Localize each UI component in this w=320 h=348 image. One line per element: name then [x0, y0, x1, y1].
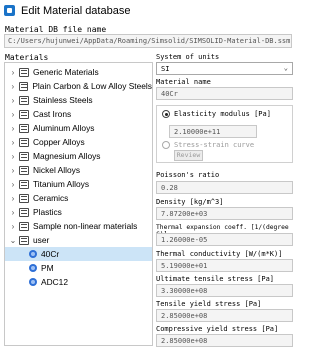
- units-label: System of units: [156, 53, 220, 61]
- tree-item-label: Ceramics: [33, 193, 69, 203]
- title-bar: Edit Material database: [0, 0, 296, 21]
- materials-label: Materials: [5, 53, 49, 62]
- folder-icon: [19, 179, 29, 189]
- tree-item-label: Titanium Alloys: [33, 179, 90, 189]
- folder-icon: [19, 123, 29, 133]
- folder-icon: [19, 109, 29, 119]
- conductivity-field[interactable]: 5.19000e+01: [156, 259, 293, 272]
- folder-icon: [19, 137, 29, 147]
- folder-icon: [19, 193, 29, 203]
- tree-item-label: Nickel Alloys: [33, 165, 81, 175]
- folder-icon: [19, 207, 29, 217]
- tree-item-user[interactable]: ⌄ user: [5, 233, 152, 247]
- folder-icon: [19, 67, 29, 77]
- units-value: SI: [161, 65, 170, 73]
- review-button[interactable]: Review: [174, 150, 203, 161]
- material-icon: [29, 278, 37, 286]
- tree-item-ceramics[interactable]: › Ceramics: [5, 191, 152, 205]
- tree-item-label: Copper Alloys: [33, 137, 85, 147]
- tree-item-material-adc12[interactable]: ADC12: [5, 275, 152, 289]
- tree-item-label: Generic Materials: [33, 67, 99, 77]
- chevron-right-icon[interactable]: ›: [9, 194, 17, 203]
- uts-field[interactable]: 3.30000e+08: [156, 284, 293, 297]
- db-file-path-field[interactable]: C:/Users/hujunwei/AppData/Roaming/Simsol…: [4, 34, 292, 48]
- elasticity-group: Elasticity modulus [Pa] 2.10000e+11 Stre…: [156, 105, 293, 163]
- material-icon: [29, 264, 37, 272]
- tys-field[interactable]: 2.85000e+08: [156, 309, 293, 322]
- material-name-field[interactable]: 40Cr: [156, 87, 293, 100]
- tree-item-label: Stainless Steels: [33, 95, 93, 105]
- material-name-label: Material name: [156, 78, 211, 86]
- chevron-right-icon[interactable]: ›: [9, 68, 17, 77]
- cys-label: Compressive yield stress [Pa]: [156, 325, 279, 333]
- tys-label: Tensile yield stress [Pa]: [156, 300, 262, 308]
- tree-item-material-40cr[interactable]: 40Cr: [5, 247, 152, 261]
- tree-item-label: Sample non-linear materials: [33, 221, 138, 231]
- tree-item-material-pm[interactable]: PM: [5, 261, 152, 275]
- chevron-right-icon[interactable]: ›: [9, 222, 17, 231]
- tree-item-plain-carbon-steels[interactable]: › Plain Carbon & Low Alloy Steels: [5, 79, 153, 93]
- radio-selected-icon[interactable]: [162, 110, 170, 118]
- chevron-right-icon[interactable]: ›: [9, 180, 17, 189]
- chevron-right-icon[interactable]: ›: [9, 82, 17, 91]
- folder-icon: [19, 151, 29, 161]
- tree-item-cast-irons[interactable]: › Cast Irons: [5, 107, 152, 121]
- stress-strain-radio-option[interactable]: Stress-strain curve: [162, 141, 254, 149]
- tree-item-label: PM: [41, 263, 54, 273]
- radio-unselected-icon[interactable]: [162, 141, 170, 149]
- expansion-field[interactable]: 1.26000e-05: [156, 233, 293, 246]
- uts-label: Ultimate tensile stress [Pa]: [156, 275, 275, 283]
- tree-item-label: ADC12: [41, 277, 68, 287]
- tree-item-copper-alloys[interactable]: › Copper Alloys: [5, 135, 152, 149]
- window-title: Edit Material database: [21, 4, 131, 17]
- tree-item-label: Aluminum Alloys: [33, 123, 95, 133]
- poisson-field[interactable]: 0.28: [156, 181, 293, 194]
- units-select[interactable]: SI ⌄: [156, 62, 293, 75]
- chevron-right-icon[interactable]: ›: [9, 166, 17, 175]
- tree-item-nickel-alloys[interactable]: › Nickel Alloys: [5, 163, 152, 177]
- tree-item-generic-materials[interactable]: › Generic Materials: [5, 65, 152, 79]
- materials-tree[interactable]: › Generic Materials › Plain Carbon & Low…: [4, 62, 153, 346]
- tree-item-label: user: [33, 235, 50, 245]
- elasticity-label: Elasticity modulus [Pa]: [174, 110, 271, 118]
- tree-item-magnesium-alloys[interactable]: › Magnesium Alloys: [5, 149, 152, 163]
- tree-item-plastics[interactable]: › Plastics: [5, 205, 152, 219]
- elasticity-field[interactable]: 2.10000e+11: [169, 125, 257, 138]
- chevron-right-icon[interactable]: ›: [9, 208, 17, 217]
- folder-icon: [19, 165, 29, 175]
- density-label: Density [kg/m^3]: [156, 198, 224, 206]
- tree-item-label: 40Cr: [41, 249, 60, 259]
- db-file-label: Material DB file name: [5, 25, 107, 34]
- cys-field[interactable]: 2.85000e+08: [156, 334, 293, 347]
- app-icon: [4, 5, 15, 16]
- conductivity-label: Thermal conductivity [W/(m*K)]: [156, 250, 283, 258]
- poisson-label: Poisson's ratio: [156, 171, 220, 179]
- chevron-right-icon[interactable]: ›: [9, 110, 17, 119]
- stress-strain-label: Stress-strain curve: [174, 141, 255, 149]
- chevron-right-icon[interactable]: ›: [9, 152, 17, 161]
- tree-item-label: Plastics: [33, 207, 62, 217]
- tree-item-stainless-steels[interactable]: › Stainless Steels: [5, 93, 152, 107]
- tree-item-label: Magnesium Alloys: [33, 151, 101, 161]
- material-icon: [29, 250, 37, 258]
- folder-icon: [18, 81, 29, 91]
- tree-item-sample-nonlinear[interactable]: › Sample non-linear materials: [5, 219, 152, 233]
- chevron-down-icon[interactable]: ⌄: [9, 236, 17, 245]
- folder-icon: [19, 95, 29, 105]
- chevron-right-icon[interactable]: ›: [9, 124, 17, 133]
- tree-item-label: Plain Carbon & Low Alloy Steels: [32, 81, 152, 91]
- tree-item-label: Cast Irons: [33, 109, 72, 119]
- density-field[interactable]: 7.87200e+03: [156, 207, 293, 220]
- tree-item-aluminum-alloys[interactable]: › Aluminum Alloys: [5, 121, 152, 135]
- folder-icon: [19, 221, 29, 231]
- folder-icon: [19, 235, 29, 245]
- tree-item-titanium-alloys[interactable]: › Titanium Alloys: [5, 177, 152, 191]
- elasticity-radio-option[interactable]: Elasticity modulus [Pa]: [162, 110, 271, 118]
- chevron-right-icon[interactable]: ›: [9, 96, 17, 105]
- chevron-down-icon: ⌄: [283, 64, 288, 72]
- chevron-right-icon[interactable]: ›: [9, 138, 17, 147]
